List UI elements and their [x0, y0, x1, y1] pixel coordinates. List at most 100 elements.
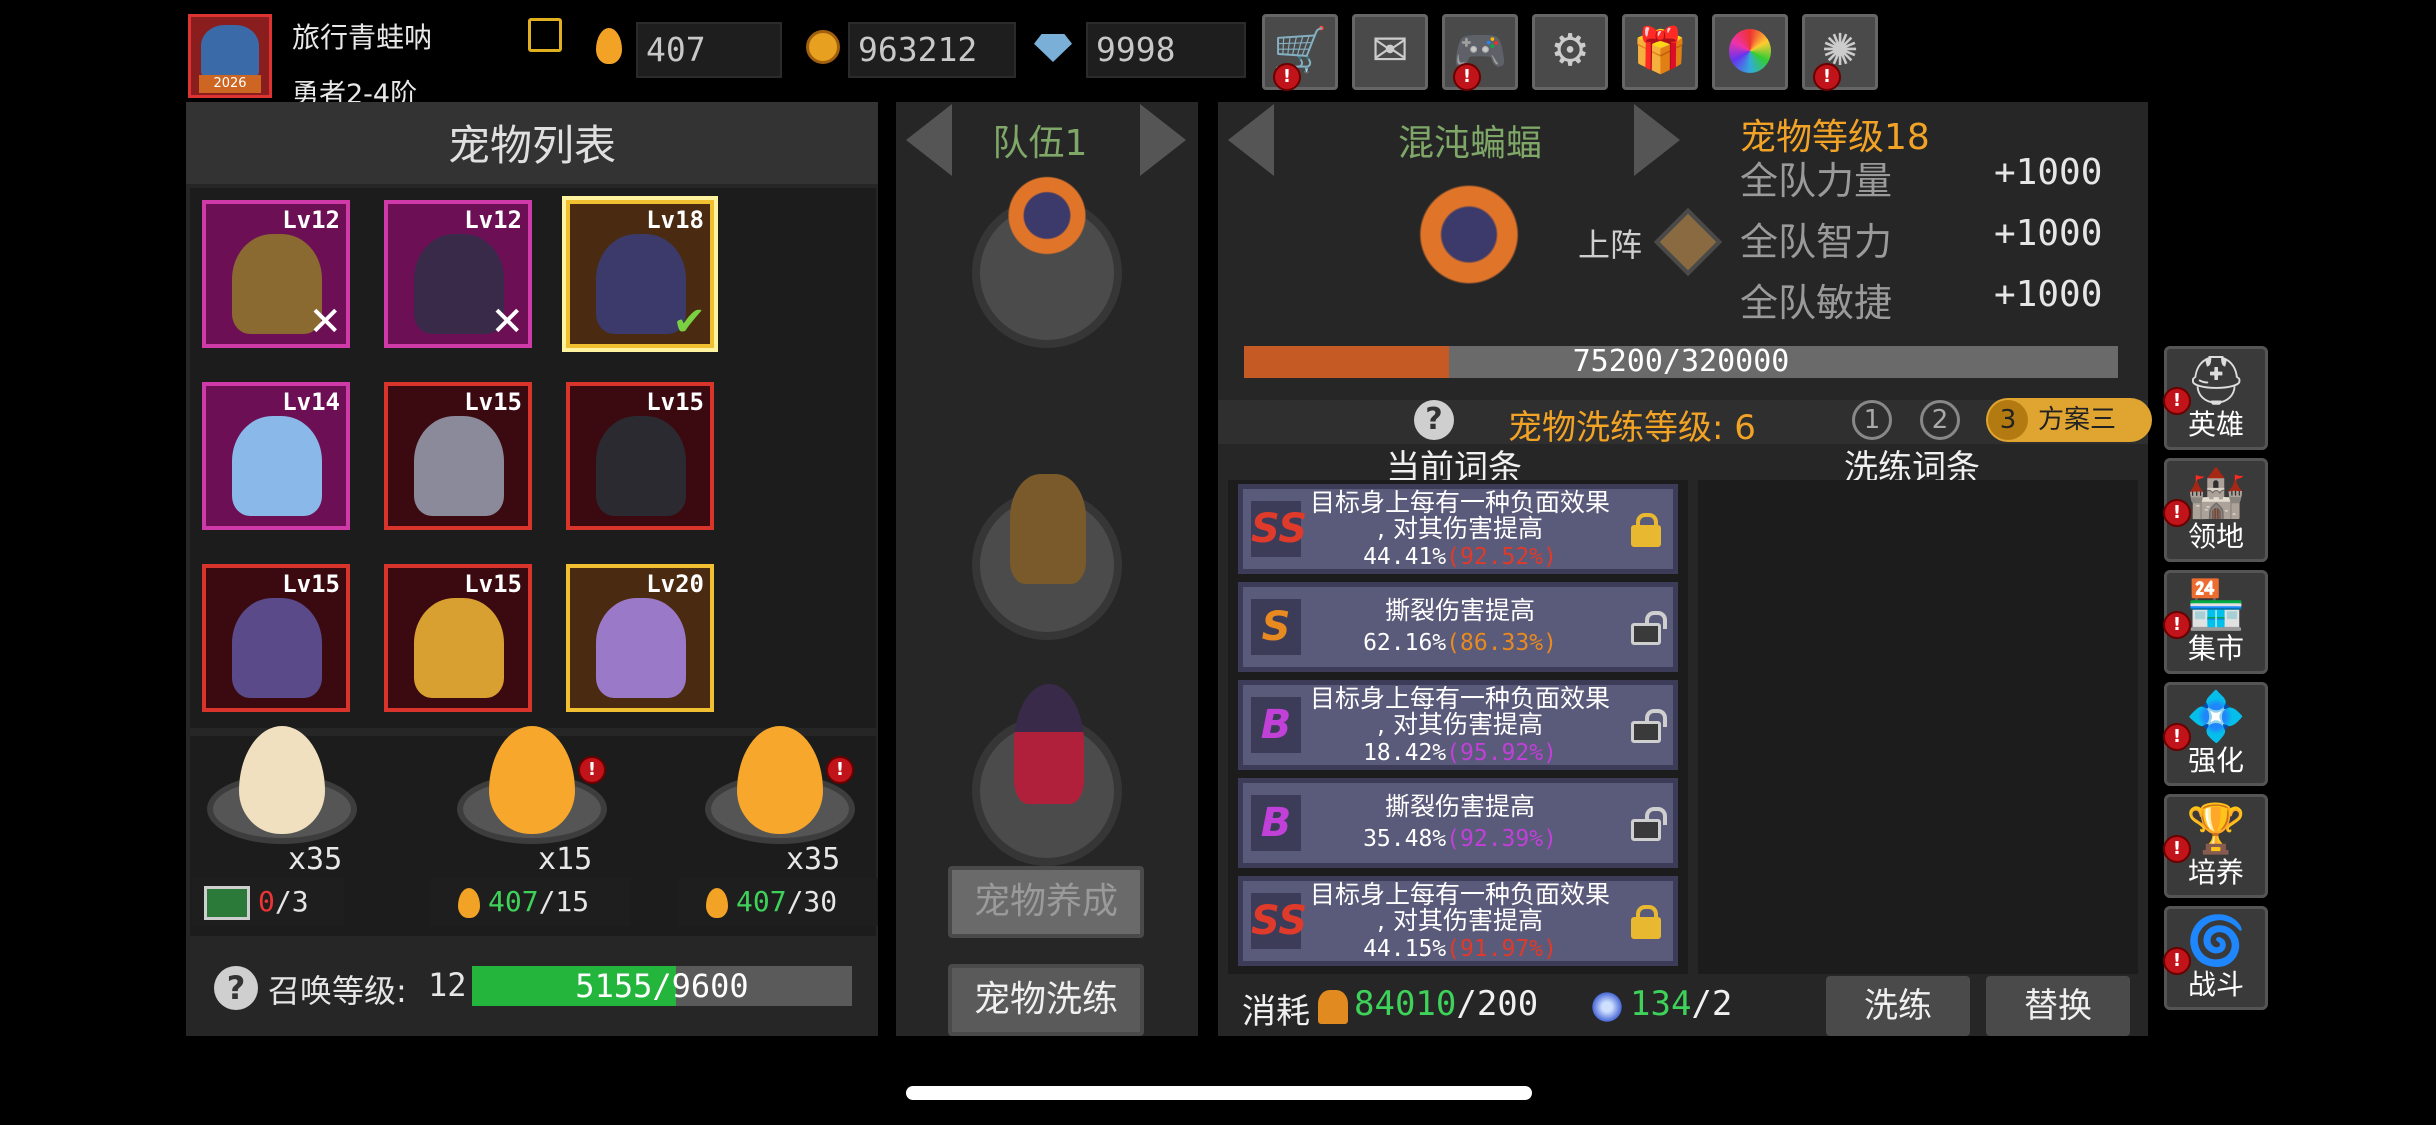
lock-body: [1631, 819, 1661, 841]
pet-prev-arrow[interactable]: [1228, 104, 1274, 176]
cost2: 134/2: [1630, 984, 1732, 1024]
alert-badge: !: [2163, 835, 2191, 863]
help-icon[interactable]: ?: [214, 966, 258, 1010]
side-nav-enhance-crystal[interactable]: 💠 强化 !: [2163, 682, 2268, 786]
affix-card[interactable]: B 撕裂伤害提高 35.48%(92.39%): [1238, 778, 1678, 868]
avatar-portrait: [201, 25, 259, 77]
side-nav-chalice[interactable]: 🏆 培养 !: [2163, 794, 2268, 898]
pet-card[interactable]: Lv12 ✕: [202, 200, 350, 348]
side-nav-castle[interactable]: 🏰 领地 !: [2163, 458, 2268, 562]
pet-refine-button[interactable]: 宠物洗练: [948, 964, 1144, 1036]
crystal-icon: [1590, 990, 1624, 1024]
affix-text-line1: 目标身上每有一种负面效果: [1309, 684, 1610, 713]
affix-card[interactable]: S 撕裂伤害提高 62.16%(86.33%): [1238, 582, 1678, 672]
diamond-count: 9998: [1086, 22, 1246, 78]
pet-card[interactable]: Lv15: [566, 382, 714, 530]
pet-card[interactable]: Lv15: [384, 382, 532, 530]
player-avatar[interactable]: 2026: [188, 14, 272, 98]
affix-grade: SS: [1251, 893, 1307, 949]
pet-level-badge: Lv15: [464, 570, 522, 598]
cost1-need: /200: [1456, 984, 1539, 1024]
pet-card[interactable]: Lv14: [202, 382, 350, 530]
team-slot-3[interactable]: [972, 684, 1122, 866]
fireworks-button[interactable]: ✺ !: [1802, 14, 1878, 91]
unlocked-icon[interactable]: [1631, 611, 1667, 645]
pet-cultivate-button[interactable]: 宠物养成: [948, 866, 1144, 938]
flame-skull-sprite: [414, 598, 504, 698]
avatar-year-tag: 2026: [199, 75, 261, 93]
gift-button[interactable]: 🎁: [1622, 14, 1698, 90]
pet-level-badge: Lv14: [282, 388, 340, 416]
unlocked-icon[interactable]: [1631, 807, 1667, 841]
unlocked-icon[interactable]: [1631, 709, 1667, 743]
cost1: 84010/200: [1354, 984, 1538, 1024]
pet-card[interactable]: Lv20: [566, 564, 714, 712]
gamepad-button[interactable]: 🎮 !: [1442, 14, 1518, 91]
shop-button[interactable]: 🛒 !: [1262, 14, 1338, 91]
mail-button[interactable]: ✉: [1352, 14, 1428, 90]
cost-label: 消耗: [1242, 992, 1310, 1032]
attribute-value: +1000: [1994, 274, 2103, 315]
affix-pct: 44.15%: [1363, 936, 1447, 962]
cost-have: 407: [488, 885, 539, 918]
pet-card[interactable]: Lv15: [202, 564, 350, 712]
affix-max: (92.39%): [1446, 826, 1557, 852]
pet-card[interactable]: Lv18 ✔: [566, 200, 714, 348]
color-wheel-icon: [1729, 29, 1771, 73]
attribute-name: 全队力量: [1740, 159, 1893, 203]
side-nav-portal[interactable]: 🌀 战斗 !: [2163, 906, 2268, 1010]
locked-icon[interactable]: [1631, 513, 1661, 547]
pet-next-arrow[interactable]: [1634, 104, 1680, 176]
pet-level-badge: Lv15: [282, 570, 340, 598]
alert-badge: !: [2163, 723, 2191, 751]
affix-card[interactable]: SS 目标身上每有一种负面效果 , 对其伤害提高 44.15%(91.97%): [1238, 876, 1678, 966]
summon-level-value: 12: [428, 966, 467, 1004]
plan-1-button[interactable]: 1: [1852, 400, 1892, 440]
egg-cost-box: 407/15: [430, 878, 630, 926]
refine-help-icon[interactable]: ?: [1414, 400, 1454, 440]
replace-button[interactable]: 替换: [1986, 976, 2130, 1036]
pet-level-badge: Lv18: [646, 206, 704, 234]
pet-card[interactable]: Lv15: [384, 564, 532, 712]
ice-ghost-sprite: [232, 416, 322, 516]
egg-icon: [596, 28, 622, 64]
affix-text: 撕裂伤害提高: [1384, 792, 1535, 821]
grey-bat-sprite: [414, 416, 504, 516]
team-next-arrow[interactable]: [1140, 104, 1186, 176]
egg-count: x35: [288, 842, 343, 877]
refine-button[interactable]: 洗练: [1826, 976, 1970, 1036]
cost2-need: /2: [1691, 984, 1733, 1024]
plan-3-button[interactable]: 3 方案三: [1986, 398, 2152, 442]
side-nav-helmet[interactable]: ⛑ 英雄 !: [2163, 346, 2268, 450]
pet-level-badge: Lv12: [282, 206, 340, 234]
pet-card[interactable]: Lv12 ✕: [384, 200, 532, 348]
affix-text-line2: , 对其伤害提高: [1377, 710, 1543, 739]
gold-count: 963212: [848, 22, 1016, 78]
alert-badge: !: [2163, 499, 2191, 527]
home-indicator[interactable]: [906, 1086, 1532, 1100]
player-name: 旅行青蛙呐: [292, 21, 433, 54]
affix-text-line2: , 对其伤害提高: [1377, 514, 1543, 543]
locked-icon[interactable]: [1631, 905, 1661, 939]
deploy-label: 上阵: [1578, 226, 1643, 264]
affix-text-line2: , 对其伤害提高: [1377, 906, 1543, 935]
treant-sprite: [1010, 474, 1086, 584]
alert-badge: !: [2163, 947, 2191, 975]
witch-sprite: [1014, 684, 1084, 804]
edit-name-icon[interactable]: [528, 18, 562, 52]
side-nav-market[interactable]: 🏪 集市 !: [2163, 570, 2268, 674]
team-slot-1[interactable]: [972, 166, 1122, 348]
affix-value: 44.41%(92.52%): [1305, 543, 1615, 571]
settings-button[interactable]: ⚙: [1532, 14, 1608, 90]
alert-badge: !: [1453, 63, 1481, 91]
affix-card[interactable]: B 目标身上每有一种负面效果 , 对其伤害提高 18.42%(95.92%): [1238, 680, 1678, 770]
color-wheel-button[interactable]: [1712, 14, 1788, 90]
scorpion-sprite: [596, 598, 686, 698]
affix-card[interactable]: SS 目标身上每有一种负面效果 , 对其伤害提高 44.41%(92.52%): [1238, 484, 1678, 574]
cost-have: 0: [258, 885, 275, 918]
affix-value: 44.15%(91.97%): [1305, 935, 1615, 963]
plan-2-button[interactable]: 2: [1920, 400, 1960, 440]
mail-icon: ✉: [1371, 25, 1409, 76]
team-slot-2[interactable]: [972, 474, 1122, 640]
team-prev-arrow[interactable]: [906, 104, 952, 176]
